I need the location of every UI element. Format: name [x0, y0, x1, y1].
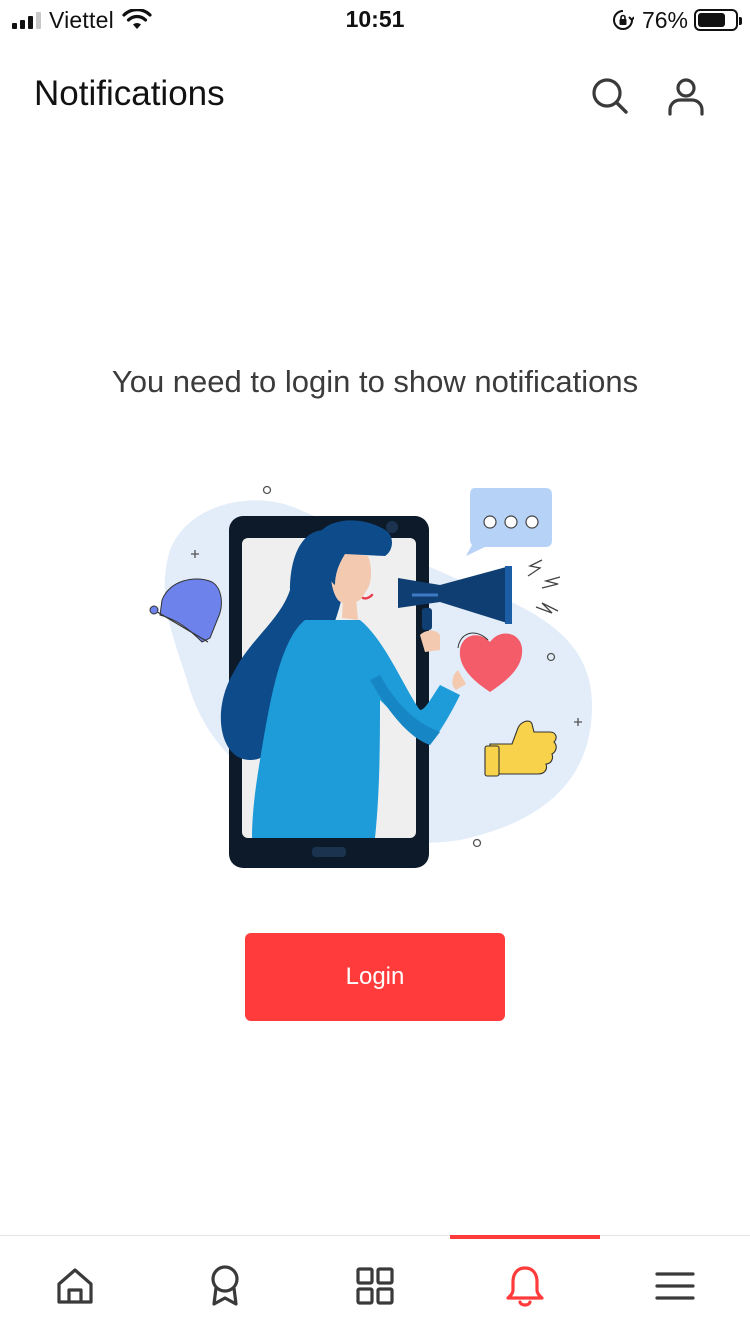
- tab-apps[interactable]: [300, 1236, 450, 1334]
- home-icon: [57, 1267, 93, 1304]
- status-right: 76%: [612, 6, 742, 34]
- header: Notifications: [0, 50, 750, 140]
- login-button[interactable]: Login: [245, 933, 505, 1021]
- rotation-lock-icon: [612, 10, 634, 30]
- bell-icon: [506, 1265, 544, 1307]
- search-icon: [592, 78, 628, 114]
- menu-icon: [655, 1271, 695, 1300]
- megaphone-illustration: [149, 485, 593, 868]
- award-ribbon-icon: [211, 1264, 239, 1306]
- user-icon: [668, 78, 704, 116]
- page-title: Notifications: [34, 74, 225, 113]
- tab-rewards[interactable]: [150, 1236, 300, 1334]
- profile-button[interactable]: [662, 72, 710, 120]
- login-required-message: You need to login to show notifications: [111, 364, 639, 399]
- tab-home[interactable]: [0, 1236, 150, 1334]
- status-bar: Viettel 10:51 76%: [0, 0, 750, 40]
- bottom-tab-bar: [0, 1235, 750, 1334]
- battery-icon: [694, 9, 742, 31]
- tab-notifications[interactable]: [450, 1236, 600, 1334]
- search-button[interactable]: [586, 72, 634, 120]
- grid-icon: [356, 1266, 394, 1305]
- battery-percent: 76%: [641, 6, 688, 33]
- tab-menu[interactable]: [600, 1236, 750, 1334]
- battery-fill: [698, 13, 726, 27]
